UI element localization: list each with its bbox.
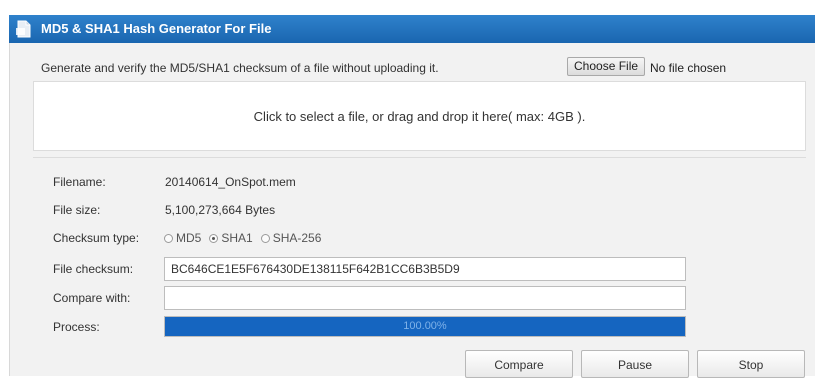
radio-sha1-circle[interactable] — [209, 233, 219, 243]
file-status-text: No file chosen — [650, 61, 727, 75]
description-text: Generate and verify the MD5/SHA1 checksu… — [41, 61, 439, 75]
file-checksum-field[interactable]: BC646CE1E5F676430DE138115F642B1CC6B3B5D9 — [164, 257, 686, 281]
file-drop-zone[interactable]: Click to select a file, or drag and drop… — [33, 81, 806, 151]
radio-sha1[interactable]: SHA1 — [209, 231, 253, 245]
stop-button[interactable]: Stop — [697, 350, 805, 378]
checksum-type-radio-group: MD5 SHA1 SHA-256 — [164, 231, 329, 245]
radio-md5-label: MD5 — [176, 231, 202, 245]
checksum-type-label: Checksum type: — [53, 231, 140, 245]
title-bar: MD5 & SHA1 Hash Generator For File — [9, 15, 815, 43]
progress-percentage: 100.00% — [403, 320, 447, 332]
pause-button[interactable]: Pause — [581, 350, 689, 378]
choose-file-button[interactable]: Choose File — [567, 57, 646, 76]
radio-md5[interactable]: MD5 — [164, 231, 201, 245]
window-title: MD5 & SHA1 Hash Generator For File — [41, 21, 272, 36]
compare-with-input[interactable] — [164, 286, 686, 310]
compare-with-label: Compare with: — [53, 291, 131, 305]
filename-label: Filename: — [53, 175, 106, 189]
progress-bar: 100.00% — [164, 316, 686, 337]
file-checksum-label: File checksum: — [53, 262, 134, 276]
process-label: Process: — [53, 320, 100, 334]
radio-sha256[interactable]: SHA-256 — [260, 231, 322, 245]
document-icon — [16, 20, 31, 38]
section-divider — [33, 157, 806, 158]
radio-sha1-label: SHA1 — [221, 231, 253, 245]
radio-md5-circle[interactable] — [164, 233, 173, 243]
filename-value: 20140614_OnSpot.mem — [165, 175, 296, 189]
radio-sha256-circle[interactable] — [260, 233, 270, 243]
filesize-label: File size: — [53, 203, 101, 217]
compare-button[interactable]: Compare — [465, 350, 573, 378]
radio-sha256-label: SHA-256 — [272, 231, 322, 245]
drop-zone-text: Click to select a file, or drag and drop… — [253, 109, 586, 124]
filesize-value: 5,100,273,664 Bytes — [165, 203, 276, 217]
